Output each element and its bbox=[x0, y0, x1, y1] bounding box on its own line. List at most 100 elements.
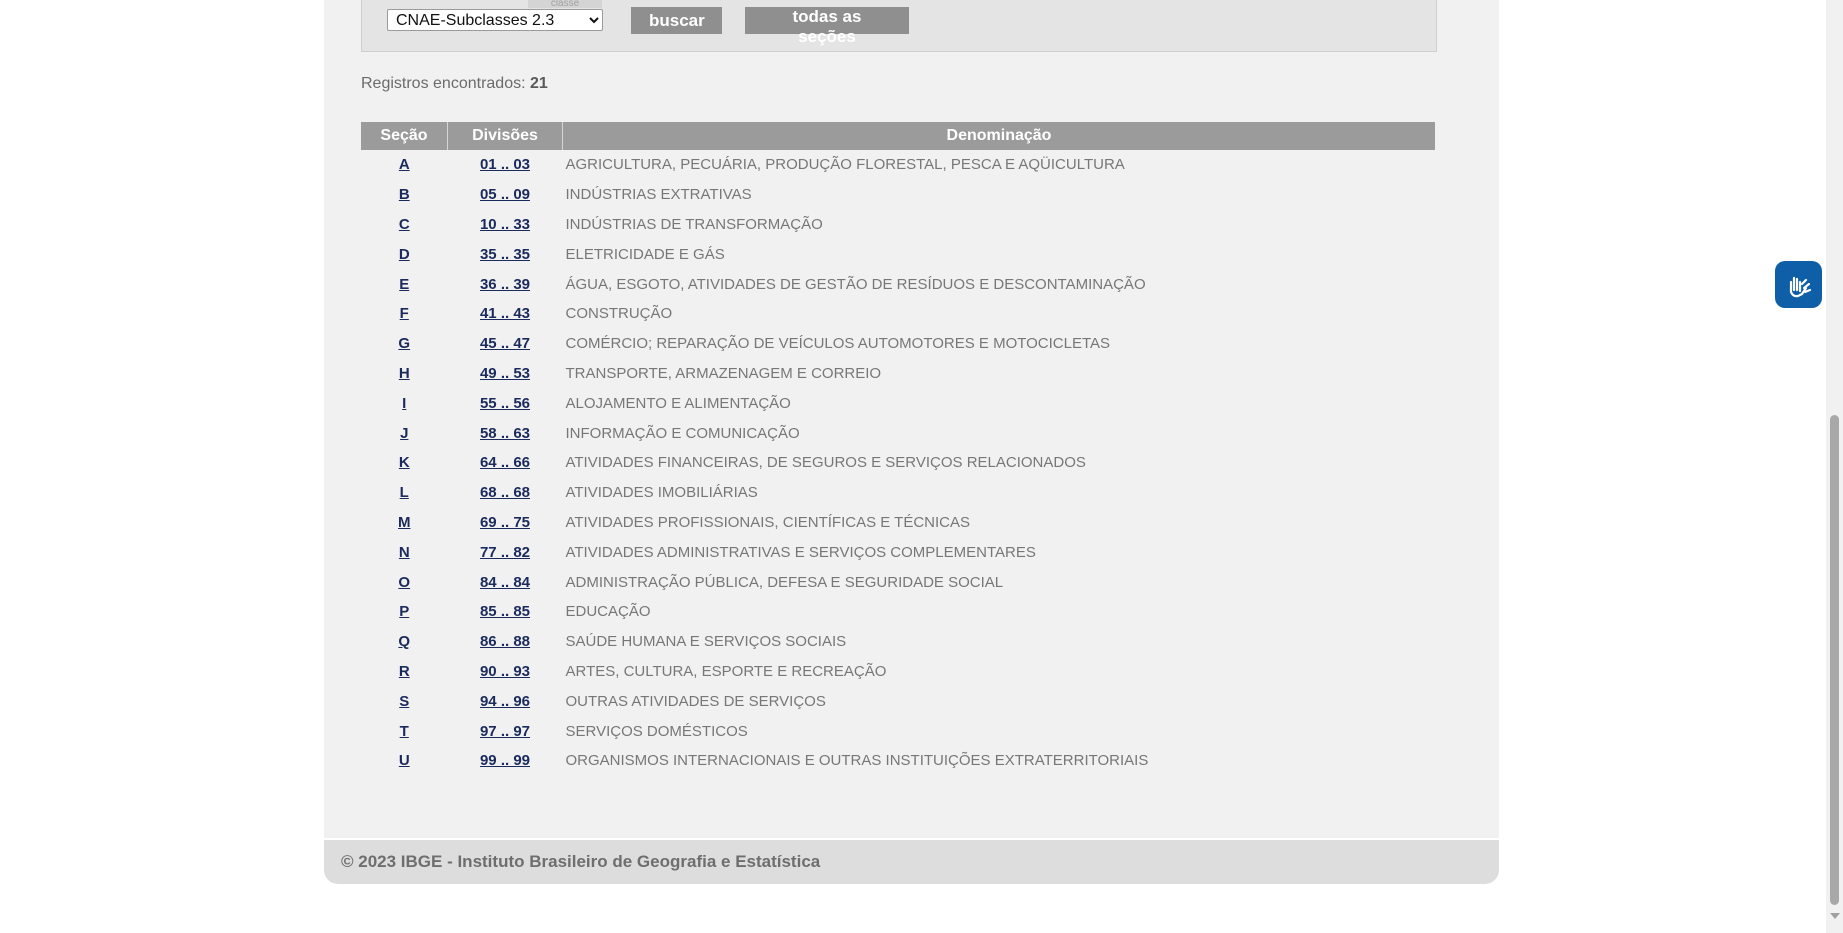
cell-divisoes: 49 .. 53 bbox=[448, 359, 563, 389]
cell-denominacao: ORGANISMOS INTERNACIONAIS E OUTRAS INSTI… bbox=[565, 752, 1149, 770]
secao-link[interactable]: I bbox=[402, 395, 406, 412]
divisoes-link[interactable]: 55 .. 56 bbox=[480, 395, 530, 412]
classe-tab[interactable]: classe bbox=[528, 0, 602, 8]
records-count: 21 bbox=[529, 75, 548, 92]
divisoes-link[interactable]: 10 .. 33 bbox=[480, 216, 530, 233]
divisoes-link[interactable]: 99 .. 99 bbox=[480, 752, 530, 769]
secao-link[interactable]: L bbox=[400, 484, 409, 501]
cell-secao: R bbox=[361, 657, 448, 687]
divisoes-link[interactable]: 49 .. 53 bbox=[480, 365, 530, 382]
cell-denominacao: ARTES, CULTURA, ESPORTE E RECREAÇÃO bbox=[565, 662, 887, 680]
secao-link[interactable]: Q bbox=[398, 633, 410, 650]
table-row: T 97 .. 97 SERVIÇOS DOMÉSTICOS bbox=[361, 716, 1435, 746]
table-row: N 77 .. 82 ATIVIDADES ADMINISTRATIVAS E SE… bbox=[361, 537, 1435, 567]
table-row: I 55 .. 56 ALOJAMENTO E ALIMENTAÇÃO bbox=[361, 388, 1435, 418]
cell-divisoes: 05 .. 09 bbox=[448, 180, 563, 210]
cell-secao: Q bbox=[361, 627, 448, 657]
secao-link[interactable]: F bbox=[400, 305, 409, 322]
table-body: A 01 .. 03 AGRICULTURA, PECUÁRIA, PRODUÇÃO… bbox=[361, 150, 1435, 776]
cell-secao: D bbox=[361, 239, 448, 269]
page-content: classe CNAE-Subclasses 2.3 buscar todas … bbox=[324, 0, 1499, 838]
divisoes-link[interactable]: 45 .. 47 bbox=[480, 335, 530, 352]
secao-link[interactable]: C bbox=[399, 216, 410, 233]
cell-secao: I bbox=[361, 388, 448, 418]
cell-secao: K bbox=[361, 448, 448, 478]
cell-denominacao: INDÚSTRIAS DE TRANSFORMAÇÃO bbox=[565, 215, 823, 233]
cell-denominacao: COMÉRCIO; REPARAÇÃO DE VEÍCULOS AUTOMOTO… bbox=[565, 335, 1111, 353]
cell-secao: L bbox=[361, 478, 448, 508]
divisoes-link[interactable]: 69 .. 75 bbox=[480, 514, 530, 531]
table-row: U 99 .. 99 ORGANISMOS INTERNACIONAIS E OUT… bbox=[361, 746, 1435, 776]
table-row: R 90 .. 93 ARTES, CULTURA, ESPORTE E RECRE… bbox=[361, 657, 1435, 687]
divisoes-link[interactable]: 68 .. 68 bbox=[480, 484, 530, 501]
divisoes-link[interactable]: 05 .. 09 bbox=[480, 186, 530, 203]
vlibras-accessibility-button[interactable] bbox=[1775, 261, 1822, 308]
vlibras-hands-icon bbox=[1789, 276, 1811, 297]
secao-link[interactable]: U bbox=[399, 752, 410, 769]
secao-link[interactable]: N bbox=[399, 544, 410, 561]
cell-divisoes: 97 .. 97 bbox=[448, 716, 563, 746]
cell-divisoes: 45 .. 47 bbox=[448, 329, 563, 359]
divisoes-link[interactable]: 01 .. 03 bbox=[480, 156, 530, 173]
cell-denominacao: ATIVIDADES IMOBILIÁRIAS bbox=[565, 484, 758, 502]
header-secao: Seção bbox=[361, 122, 448, 150]
cell-denominacao: TRANSPORTE, ARMAZENAGEM E CORREIO bbox=[565, 364, 882, 382]
divisoes-link[interactable]: 77 .. 82 bbox=[480, 544, 530, 561]
table-row: H 49 .. 53 TRANSPORTE, ARMAZENAGEM E CORRE… bbox=[361, 359, 1435, 389]
cell-denominacao: INDÚSTRIAS EXTRATIVAS bbox=[565, 186, 752, 204]
cell-secao: J bbox=[361, 418, 448, 448]
divisoes-link[interactable]: 94 .. 96 bbox=[480, 693, 530, 710]
secao-link[interactable]: G bbox=[398, 335, 410, 352]
buscar-button[interactable]: buscar bbox=[631, 7, 722, 34]
divisoes-link[interactable]: 58 .. 63 bbox=[480, 425, 530, 442]
cell-divisoes: 86 .. 88 bbox=[448, 627, 563, 657]
secao-link[interactable]: P bbox=[399, 603, 409, 620]
divisoes-link[interactable]: 85 .. 85 bbox=[480, 603, 530, 620]
divisoes-link[interactable]: 90 .. 93 bbox=[480, 663, 530, 680]
cell-denominacao: ELETRICIDADE E GÁS bbox=[565, 245, 725, 263]
divisoes-link[interactable]: 84 .. 84 bbox=[480, 574, 530, 591]
table-row: P 85 .. 85 EDUCAÇÃO bbox=[361, 597, 1435, 627]
secao-link[interactable]: E bbox=[399, 276, 409, 293]
cell-divisoes: 84 .. 84 bbox=[448, 567, 563, 597]
cell-divisoes: 55 .. 56 bbox=[448, 388, 563, 418]
cell-denominacao: ATIVIDADES PROFISSIONAIS, CIENTÍFICAS E … bbox=[565, 513, 971, 531]
scrollbar-thumb[interactable] bbox=[1830, 415, 1839, 905]
table-row: A 01 .. 03 AGRICULTURA, PECUÁRIA, PRODUÇÃO… bbox=[361, 150, 1435, 180]
divisoes-link[interactable]: 36 .. 39 bbox=[480, 276, 530, 293]
scroll-down-arrow-icon[interactable] bbox=[1830, 913, 1840, 919]
cell-divisoes: 69 .. 75 bbox=[448, 508, 563, 538]
cell-divisoes: 68 .. 68 bbox=[448, 478, 563, 508]
table-row: S 94 .. 96 OUTRAS ATIVIDADES DE SERVIÇOS bbox=[361, 686, 1435, 716]
table-row: Q 86 .. 88 SAÚDE HUMANA E SERVIÇOS SOCIAIS bbox=[361, 627, 1435, 657]
secao-link[interactable]: S bbox=[399, 693, 409, 710]
classification-select[interactable]: CNAE-Subclasses 2.3 bbox=[387, 9, 603, 31]
cell-secao: M bbox=[361, 508, 448, 538]
cell-denominacao: ATIVIDADES FINANCEIRAS, DE SEGUROS E SER… bbox=[565, 454, 1086, 472]
secao-link[interactable]: K bbox=[399, 454, 410, 471]
todas-secoes-button[interactable]: todas as seções bbox=[745, 7, 909, 46]
secao-link[interactable]: B bbox=[399, 186, 410, 203]
table-row: B 05 .. 09 INDÚSTRIAS EXTRATIVAS bbox=[361, 180, 1435, 210]
secao-link[interactable]: T bbox=[400, 723, 409, 740]
secao-link[interactable]: H bbox=[399, 365, 410, 382]
secao-link[interactable]: A bbox=[399, 156, 410, 173]
cell-divisoes: 85 .. 85 bbox=[448, 597, 563, 627]
divisoes-link[interactable]: 64 .. 66 bbox=[480, 454, 530, 471]
vertical-scrollbar[interactable] bbox=[1826, 0, 1843, 933]
records-label: Registros encontrados: bbox=[361, 75, 526, 92]
secao-link[interactable]: M bbox=[398, 514, 411, 531]
divisoes-link[interactable]: 86 .. 88 bbox=[480, 633, 530, 650]
divisoes-link[interactable]: 97 .. 97 bbox=[480, 723, 530, 740]
secao-link[interactable]: J bbox=[400, 425, 408, 442]
table-row: G 45 .. 47 COMÉRCIO; REPARAÇÃO DE VEÍCULOS… bbox=[361, 329, 1435, 359]
cell-secao: O bbox=[361, 567, 448, 597]
divisoes-link[interactable]: 41 .. 43 bbox=[480, 305, 530, 322]
header-denominacao: Denominação bbox=[562, 122, 1435, 150]
footer-copyright: © 2023 IBGE - Instituto Brasileiro de Ge… bbox=[341, 852, 821, 871]
secao-link[interactable]: D bbox=[399, 246, 410, 263]
divisoes-link[interactable]: 35 .. 35 bbox=[480, 246, 530, 263]
cell-secao: U bbox=[361, 746, 448, 776]
secao-link[interactable]: O bbox=[398, 574, 410, 591]
secao-link[interactable]: R bbox=[399, 663, 410, 680]
